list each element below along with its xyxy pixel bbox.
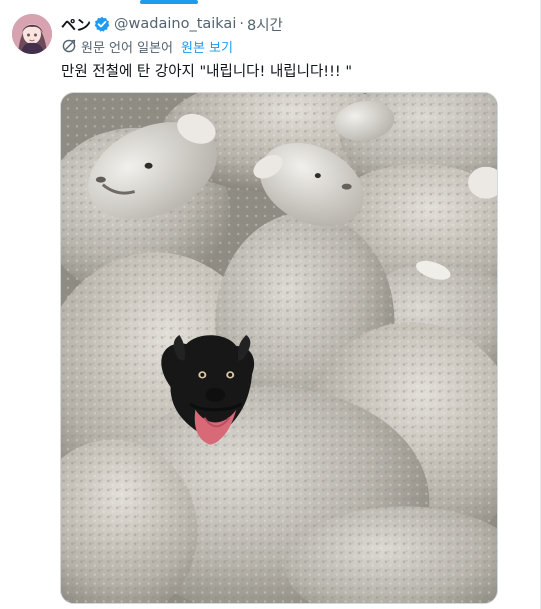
avatar[interactable]: [12, 14, 52, 54]
sheep-and-dog-photo: [61, 93, 497, 603]
avatar-image: [12, 14, 52, 54]
tweet-photo[interactable]: [60, 92, 498, 604]
tweet-card: ペン @wadaino_taikai · 8시간 원문 언어 일본어 원본 보기…: [0, 0, 541, 609]
active-tab-indicator: [140, 0, 198, 4]
tweet-header: ペン @wadaino_taikai · 8시간: [61, 13, 283, 35]
tweet-text: 만원 전철에 탄 강아지 "내립니다! 내립니다!!! ": [61, 64, 353, 80]
translate-icon: [61, 38, 77, 54]
show-original-link[interactable]: 원본 보기: [181, 37, 233, 56]
tweet-timestamp[interactable]: 8시간: [247, 14, 283, 35]
translation-notice: 원문 언어 일본어 원본 보기: [61, 36, 233, 56]
display-name[interactable]: ペン: [61, 14, 91, 35]
separator-dot: ·: [239, 16, 244, 32]
verified-badge-icon: [94, 16, 110, 32]
translation-source-label: 원문 언어 일본어: [81, 40, 173, 56]
user-handle[interactable]: @wadaino_taikai: [114, 16, 236, 32]
